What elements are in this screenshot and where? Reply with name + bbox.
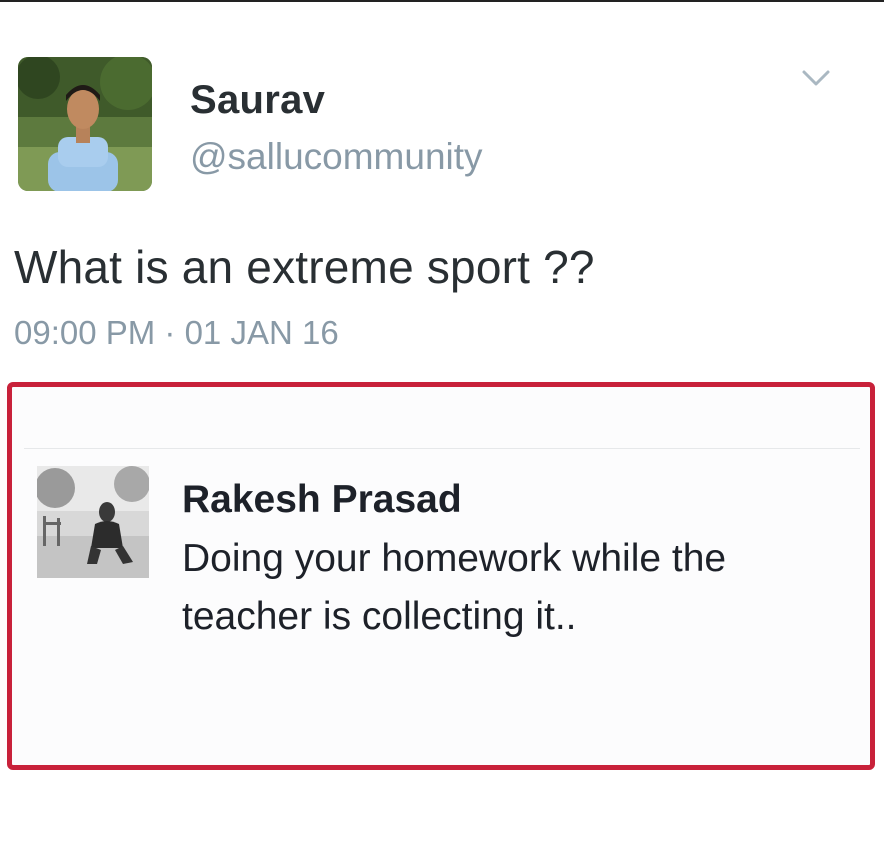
reply-text: Doing your homework while the teacher is… — [182, 537, 727, 638]
author-avatar-image — [18, 57, 152, 191]
author-name[interactable]: Saurav — [190, 78, 325, 123]
author-handle[interactable]: @sallucommunity — [190, 136, 483, 178]
tweet-text: What is an extreme sport ?? — [14, 241, 595, 293]
top-divider — [0, 0, 884, 2]
tweet-timestamp[interactable]: 09:00 PM · 01 JAN 16 — [14, 314, 339, 352]
screenshot-frame: Saurav @sallucommunity What is an extrem… — [0, 0, 884, 845]
chevron-down-icon[interactable] — [798, 66, 834, 90]
author-avatar[interactable] — [18, 57, 152, 191]
reply-author-avatar[interactable] — [37, 466, 149, 578]
reply-avatar-image — [37, 466, 149, 578]
reply-divider — [24, 448, 860, 449]
reply-author-name[interactable]: Rakesh Prasad — [182, 478, 462, 522]
